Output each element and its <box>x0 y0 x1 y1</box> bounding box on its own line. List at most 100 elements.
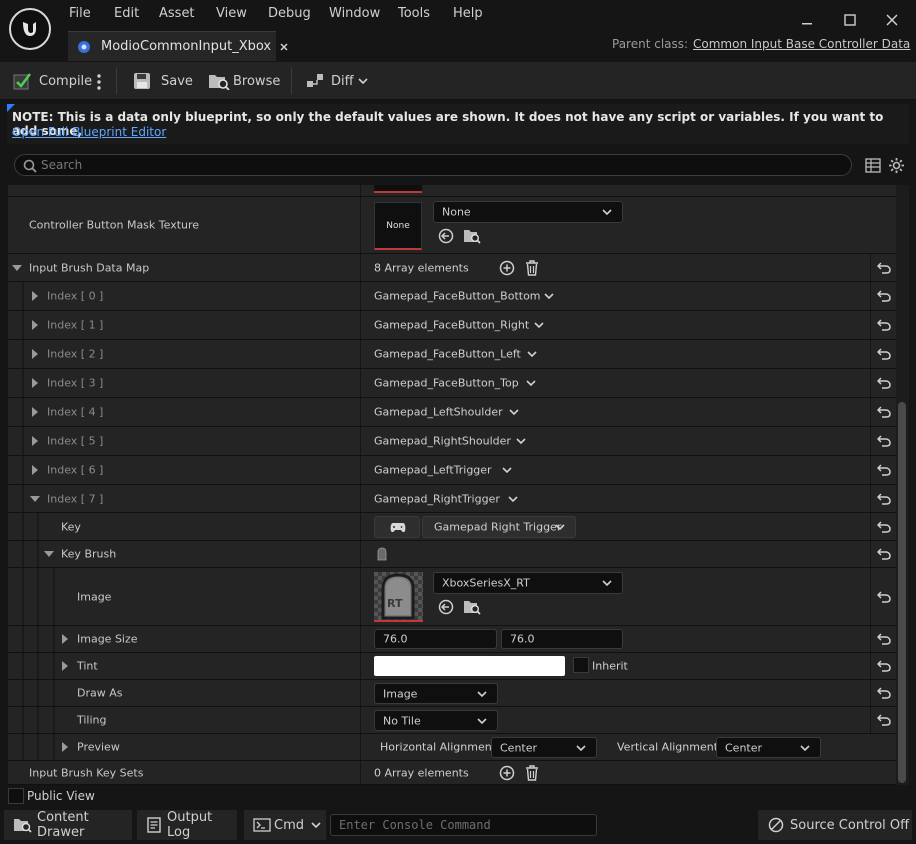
index-key-value[interactable]: Gamepad_RightTrigger <box>374 492 500 505</box>
reset-to-default-icon[interactable] <box>870 456 896 484</box>
delete-all-trash-icon[interactable] <box>525 260 539 276</box>
chevron-down-icon[interactable] <box>516 437 526 445</box>
index-row-4[interactable]: Index [ 4 ] Gamepad_LeftShoulder <box>8 398 896 427</box>
maximize-button[interactable] <box>838 8 862 32</box>
reset-to-default-icon[interactable] <box>870 707 896 733</box>
use-selected-asset-icon[interactable] <box>438 228 454 244</box>
save-button[interactable]: Save <box>133 68 193 94</box>
chevron-down-icon[interactable] <box>509 408 519 416</box>
tint-color-swatch[interactable] <box>374 656 565 676</box>
index-key-value[interactable]: Gamepad_FaceButton_Left <box>374 348 521 361</box>
index-key-value[interactable]: Gamepad_LeftTrigger <box>374 464 492 477</box>
input-brush-data-map-row[interactable]: Input Brush Data Map 8 Array elements <box>8 254 896 282</box>
index-row-3[interactable]: Index [ 3 ] Gamepad_FaceButton_Top <box>8 369 896 398</box>
menu-tools[interactable]: Tools <box>398 6 430 21</box>
expand-arrow-icon[interactable] <box>32 465 38 475</box>
collapse-arrow-icon[interactable] <box>44 551 54 557</box>
index-key-value[interactable]: Gamepad_FaceButton_Top <box>374 377 519 390</box>
expand-arrow-icon[interactable] <box>62 661 68 671</box>
reset-to-default-icon[interactable] <box>870 398 896 426</box>
image-size-x-input[interactable]: 76.0 <box>374 629 497 649</box>
add-element-icon[interactable] <box>499 260 515 276</box>
source-control-button[interactable]: Source Control Off <box>758 810 912 840</box>
chevron-down-icon[interactable] <box>527 350 537 358</box>
search-input[interactable] <box>41 157 841 173</box>
menu-view[interactable]: View <box>216 6 247 21</box>
reset-to-default-icon[interactable] <box>870 485 896 512</box>
reset-to-default-icon[interactable] <box>870 680 896 706</box>
chevron-down-icon[interactable] <box>544 292 554 300</box>
mask-texture-asset-combo[interactable]: None <box>433 201 623 223</box>
reset-to-default-icon[interactable] <box>870 427 896 455</box>
key-combo[interactable]: Gamepad Right Trigger <box>422 516 576 538</box>
tiling-combo[interactable]: No Tile <box>374 710 498 731</box>
delete-all-trash-icon[interactable] <box>525 765 539 781</box>
table-view-icon[interactable] <box>865 158 881 173</box>
reset-to-default-icon[interactable] <box>870 541 896 567</box>
reset-to-default-icon[interactable] <box>870 254 896 281</box>
index-row-7[interactable]: Index [ 7 ] Gamepad_RightTrigger <box>8 485 896 513</box>
expand-arrow-icon[interactable] <box>32 320 38 330</box>
index-key-value[interactable]: Gamepad_FaceButton_Right <box>374 319 529 332</box>
vertical-alignment-combo[interactable]: Center <box>716 737 821 758</box>
menu-edit[interactable]: Edit <box>114 6 139 21</box>
menu-help[interactable]: Help <box>453 6 483 21</box>
menu-file[interactable]: File <box>69 6 91 21</box>
public-view-checkbox[interactable] <box>8 788 24 804</box>
chevron-down-icon[interactable] <box>502 466 512 474</box>
compile-button[interactable]: Compile <box>12 68 92 94</box>
menu-window[interactable]: Window <box>329 6 380 21</box>
expand-arrow-icon[interactable] <box>32 378 38 388</box>
draw-as-combo[interactable]: Image <box>374 683 498 704</box>
key-selector-button[interactable] <box>374 516 420 538</box>
reset-to-default-icon[interactable] <box>870 568 896 625</box>
console-command-input[interactable] <box>339 817 589 833</box>
expand-arrow-icon[interactable] <box>62 742 68 752</box>
chevron-down-icon[interactable] <box>508 495 518 503</box>
tab-modiocommoninput-xbox[interactable]: ModioCommonInput_Xbox <box>68 31 288 61</box>
collapse-arrow-icon[interactable] <box>12 264 22 271</box>
browse-button[interactable]: Browse <box>208 68 280 94</box>
chevron-down-icon[interactable] <box>534 321 544 329</box>
index-key-value[interactable]: Gamepad_RightShoulder <box>374 435 511 448</box>
unreal-logo-icon[interactable] <box>9 8 51 50</box>
index-row-0[interactable]: Index [ 0 ] Gamepad_FaceButton_Bottom <box>8 282 896 311</box>
inherit-checkbox[interactable] <box>573 657 589 673</box>
preview-row[interactable]: Preview Horizontal Alignment Center Vert… <box>8 734 896 761</box>
reset-to-default-icon[interactable] <box>870 369 896 397</box>
reset-to-default-icon[interactable] <box>870 282 896 310</box>
chevron-down-icon[interactable] <box>526 379 536 387</box>
key-brush-row[interactable]: Key Brush <box>8 541 896 568</box>
image-asset-combo[interactable]: XboxSeriesX_RT <box>433 572 623 594</box>
details-scrollbar-thumb[interactable] <box>898 402 906 783</box>
minimize-button[interactable] <box>795 8 819 32</box>
cmd-button[interactable]: Cmd <box>244 810 326 840</box>
expand-arrow-icon[interactable] <box>32 436 38 446</box>
content-drawer-button[interactable]: Content Drawer <box>4 810 132 840</box>
compile-options-icon[interactable] <box>96 74 102 90</box>
index-key-value[interactable]: Gamepad_LeftShoulder <box>374 406 503 419</box>
horizontal-alignment-combo[interactable]: Center <box>491 737 597 758</box>
reset-to-default-icon[interactable] <box>870 626 896 652</box>
browse-asset-icon[interactable] <box>463 228 481 244</box>
expand-arrow-icon[interactable] <box>32 291 38 301</box>
add-element-icon[interactable] <box>499 765 515 781</box>
reset-to-default-icon[interactable] <box>870 340 896 368</box>
index-row-5[interactable]: Index [ 5 ] Gamepad_RightShoulder <box>8 427 896 456</box>
expand-arrow-icon[interactable] <box>32 349 38 359</box>
browse-asset-icon[interactable] <box>463 599 481 615</box>
close-window-button[interactable] <box>880 8 904 32</box>
index-row-1[interactable]: Index [ 1 ] Gamepad_FaceButton_Right <box>8 311 896 340</box>
index-row-2[interactable]: Index [ 2 ] Gamepad_FaceButton_Left <box>8 340 896 369</box>
expand-arrow-icon[interactable] <box>62 634 68 644</box>
reset-to-default-icon[interactable] <box>870 513 896 540</box>
parent-class-link[interactable]: Common Input Base Controller Data <box>693 37 910 51</box>
image-thumbnail[interactable]: RT <box>374 572 423 622</box>
diff-button[interactable]: Diff <box>306 68 368 94</box>
open-full-blueprint-editor-link[interactable]: Open Full Blueprint Editor <box>12 125 166 139</box>
reset-to-default-icon[interactable] <box>870 311 896 339</box>
collapse-arrow-icon[interactable] <box>30 495 40 502</box>
expand-arrow-icon[interactable] <box>32 407 38 417</box>
use-selected-asset-icon[interactable] <box>438 599 454 615</box>
image-size-row[interactable]: Image Size 76.0 76.0 <box>8 626 896 653</box>
